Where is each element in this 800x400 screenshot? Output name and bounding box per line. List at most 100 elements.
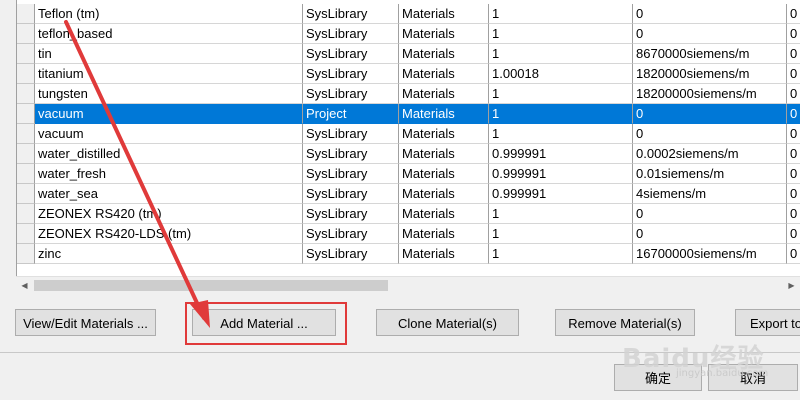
cell-type[interactable]: Materials (399, 24, 489, 44)
cell-name[interactable]: Teflon (tm) (35, 4, 303, 24)
remove-material-button[interactable]: Remove Material(s) (555, 309, 695, 336)
cell-type[interactable]: Materials (399, 44, 489, 64)
cell-permittivity[interactable]: 1 (489, 204, 633, 224)
table-row[interactable]: zinc SysLibrary Materials 1 16700000siemens/… (17, 244, 800, 264)
cell-type[interactable]: Materials (399, 84, 489, 104)
cell-name[interactable]: titanium (35, 64, 303, 84)
row-header[interactable] (17, 84, 35, 104)
cell-conductivity[interactable]: 0 (633, 204, 787, 224)
cell-conductivity[interactable]: 4siemens/m (633, 184, 787, 204)
cell-name[interactable]: ZEONEX RS420-LDS (tm) (35, 224, 303, 244)
cell-type[interactable]: Materials (399, 124, 489, 144)
cell-permittivity[interactable]: 0.999991 (489, 144, 633, 164)
cell-conductivity[interactable]: 0 (633, 104, 787, 124)
cell-name[interactable]: tin (35, 44, 303, 64)
cell-extra[interactable]: 0 (787, 164, 800, 184)
row-header[interactable] (17, 204, 35, 224)
row-header[interactable] (17, 4, 35, 24)
cell-permittivity[interactable]: 1 (489, 4, 633, 24)
cell-extra[interactable]: 0 (787, 204, 800, 224)
cell-type[interactable]: Materials (399, 204, 489, 224)
cell-type[interactable]: Materials (399, 184, 489, 204)
row-header[interactable] (17, 64, 35, 84)
table-row[interactable]: teflon_based SysLibrary Materials 1 0 0 (17, 24, 800, 44)
table-row[interactable]: tungsten SysLibrary Materials 1 18200000siem… (17, 84, 800, 104)
clone-material-button[interactable]: Clone Material(s) (376, 309, 519, 336)
cell-type[interactable]: Materials (399, 164, 489, 184)
cell-library[interactable]: SysLibrary (303, 4, 399, 24)
cell-extra[interactable]: 0 (787, 84, 800, 104)
table-row[interactable]: water_fresh SysLibrary Materials 0.999991 0.… (17, 164, 800, 184)
scrollbar-thumb[interactable] (34, 280, 388, 291)
table-row[interactable]: vacuum Project Materials 1 0 0 (17, 104, 800, 124)
cell-library[interactable]: SysLibrary (303, 224, 399, 244)
cell-permittivity[interactable]: 1 (489, 84, 633, 104)
cell-permittivity[interactable]: 1.00018 (489, 64, 633, 84)
cell-conductivity[interactable]: 8670000siemens/m (633, 44, 787, 64)
cell-library[interactable]: SysLibrary (303, 144, 399, 164)
cell-name[interactable]: ZEONEX RS420 (tm) (35, 204, 303, 224)
cell-extra[interactable]: 0 (787, 224, 800, 244)
row-header[interactable] (17, 184, 35, 204)
cell-conductivity[interactable]: 0 (633, 4, 787, 24)
cell-name[interactable]: zinc (35, 244, 303, 264)
cell-permittivity[interactable]: 1 (489, 24, 633, 44)
cell-type[interactable]: Materials (399, 64, 489, 84)
cell-library[interactable]: SysLibrary (303, 24, 399, 44)
cell-extra[interactable]: 0 (787, 104, 800, 124)
cell-library[interactable]: SysLibrary (303, 204, 399, 224)
table-row[interactable]: Teflon (tm) SysLibrary Materials 1 0 0 (17, 4, 800, 24)
scroll-right-arrow-icon[interactable]: ▶ (783, 277, 800, 294)
row-header[interactable] (17, 144, 35, 164)
cell-type[interactable]: Materials (399, 4, 489, 24)
cell-library[interactable]: SysLibrary (303, 164, 399, 184)
cell-library[interactable]: SysLibrary (303, 64, 399, 84)
cell-name[interactable]: tungsten (35, 84, 303, 104)
cell-name[interactable]: water_distilled (35, 144, 303, 164)
cell-permittivity[interactable]: 1 (489, 44, 633, 64)
cell-extra[interactable]: 0 (787, 44, 800, 64)
cell-name[interactable]: teflon_based (35, 24, 303, 44)
table-row[interactable]: titanium SysLibrary Materials 1.00018 182000… (17, 64, 800, 84)
cell-permittivity[interactable]: 1 (489, 244, 633, 264)
cell-permittivity[interactable]: 1 (489, 224, 633, 244)
table-row[interactable]: ZEONEX RS420-LDS (tm) SysLibrary Materials… (17, 224, 800, 244)
row-header[interactable] (17, 104, 35, 124)
cell-name[interactable]: vacuum (35, 124, 303, 144)
cell-name[interactable]: vacuum (35, 104, 303, 124)
cell-library[interactable]: SysLibrary (303, 244, 399, 264)
cell-extra[interactable]: 0 (787, 244, 800, 264)
cell-permittivity[interactable]: 1 (489, 124, 633, 144)
cell-extra[interactable]: 0 (787, 184, 800, 204)
cell-name[interactable]: water_sea (35, 184, 303, 204)
cell-conductivity[interactable]: 0 (633, 24, 787, 44)
cell-conductivity[interactable]: 16700000siemens/m (633, 244, 787, 264)
cell-library[interactable]: SysLibrary (303, 44, 399, 64)
view-edit-materials-button[interactable]: View/Edit Materials ... (15, 309, 156, 336)
row-header[interactable] (17, 164, 35, 184)
cell-library[interactable]: SysLibrary (303, 184, 399, 204)
cell-type[interactable]: Materials (399, 104, 489, 124)
export-to-button[interactable]: Export to (735, 309, 800, 336)
cell-conductivity[interactable]: 0.01siemens/m (633, 164, 787, 184)
cell-conductivity[interactable]: 18200000siemens/m (633, 84, 787, 104)
row-header[interactable] (17, 244, 35, 264)
row-header[interactable] (17, 44, 35, 64)
cell-permittivity[interactable]: 0.999991 (489, 184, 633, 204)
cell-permittivity[interactable]: 0.999991 (489, 164, 633, 184)
table-row[interactable]: water_sea SysLibrary Materials 0.999991 4sie… (17, 184, 800, 204)
cell-permittivity[interactable]: 1 (489, 104, 633, 124)
cell-conductivity[interactable]: 0 (633, 124, 787, 144)
scroll-left-arrow-icon[interactable]: ◀ (16, 277, 33, 294)
cell-extra[interactable]: 0 (787, 124, 800, 144)
cell-library[interactable]: Project (303, 104, 399, 124)
cell-library[interactable]: SysLibrary (303, 84, 399, 104)
cell-conductivity[interactable]: 0 (633, 224, 787, 244)
row-header[interactable] (17, 124, 35, 144)
row-header[interactable] (17, 224, 35, 244)
cell-type[interactable]: Materials (399, 144, 489, 164)
table-row[interactable]: vacuum SysLibrary Materials 1 0 0 (17, 124, 800, 144)
cell-name[interactable]: water_fresh (35, 164, 303, 184)
cell-extra[interactable]: 0 (787, 64, 800, 84)
row-header[interactable] (17, 24, 35, 44)
